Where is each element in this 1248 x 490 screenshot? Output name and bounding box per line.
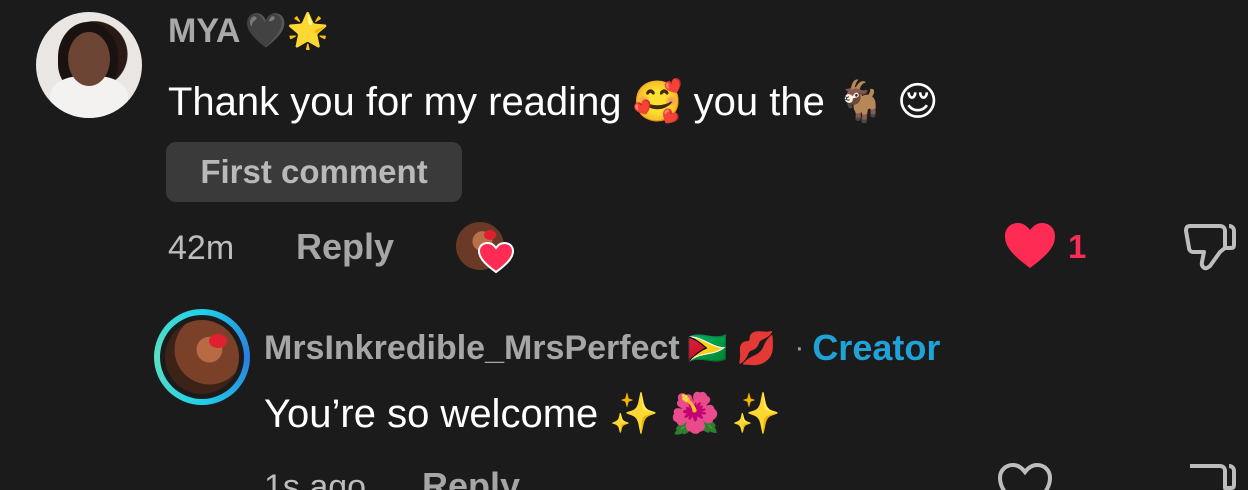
creator-avatar-nail	[209, 334, 227, 348]
smiling-hearts-emoji: 🥰	[632, 80, 683, 124]
creator-avatar[interactable]	[165, 320, 239, 394]
sparkles-emoji: ✨	[609, 392, 660, 436]
hibiscus-emoji: 🌺	[670, 392, 721, 436]
comment-text: Thank you for my reading 🥰 you the 🐐 😌	[168, 82, 939, 122]
avatar-face	[68, 32, 110, 86]
reply-dislike-icon[interactable]	[1184, 462, 1236, 490]
username-emojis: 🖤🌟	[244, 12, 330, 50]
separator-dot: ·	[794, 331, 805, 364]
reply-header: MrsInkredible_MrsPerfect 🇬🇾 💋 · Creator	[264, 330, 940, 366]
goat-emoji: 🐐	[835, 80, 886, 124]
reply-text: You’re so welcome ✨ 🌺 ✨	[264, 394, 781, 434]
creator-label: Creator	[812, 327, 941, 368]
comment-text-part1: Thank you for my reading	[168, 80, 622, 124]
reply-reply-button[interactable]: Reply	[422, 468, 520, 490]
reply-text-body: You’re so welcome	[264, 392, 599, 436]
like-heart-icon[interactable]	[1003, 222, 1057, 270]
first-comment-badge: First comment	[166, 142, 462, 202]
reply-timestamp: 1s ago	[264, 468, 367, 490]
creator-username-emojis: 🇬🇾 💋	[687, 330, 777, 366]
like-count: 1	[1068, 228, 1087, 265]
commenter-username[interactable]: MYA	[168, 14, 240, 48]
reply-like-heart-icon[interactable]	[998, 462, 1052, 490]
heart-badge-icon	[478, 242, 514, 274]
creator-liked-nail	[484, 230, 496, 240]
comment-timestamp: 42m	[168, 229, 235, 267]
comment-header: MYA 🖤🌟	[168, 14, 329, 48]
relieved-face-emoji: 😌	[896, 80, 939, 124]
comment-reply-button[interactable]: Reply	[296, 229, 394, 265]
sparkles-emoji-2: ✨	[731, 392, 782, 436]
reply-footer: 1s ago Reply	[264, 464, 684, 490]
dislike-icon[interactable]	[1184, 222, 1236, 272]
commenter-avatar[interactable]	[36, 12, 142, 118]
comment-text-part2: you the	[693, 80, 825, 124]
creator-username[interactable]: MrsInkredible_MrsPerfect	[264, 331, 680, 365]
creator-avatar-ring[interactable]	[154, 309, 250, 405]
